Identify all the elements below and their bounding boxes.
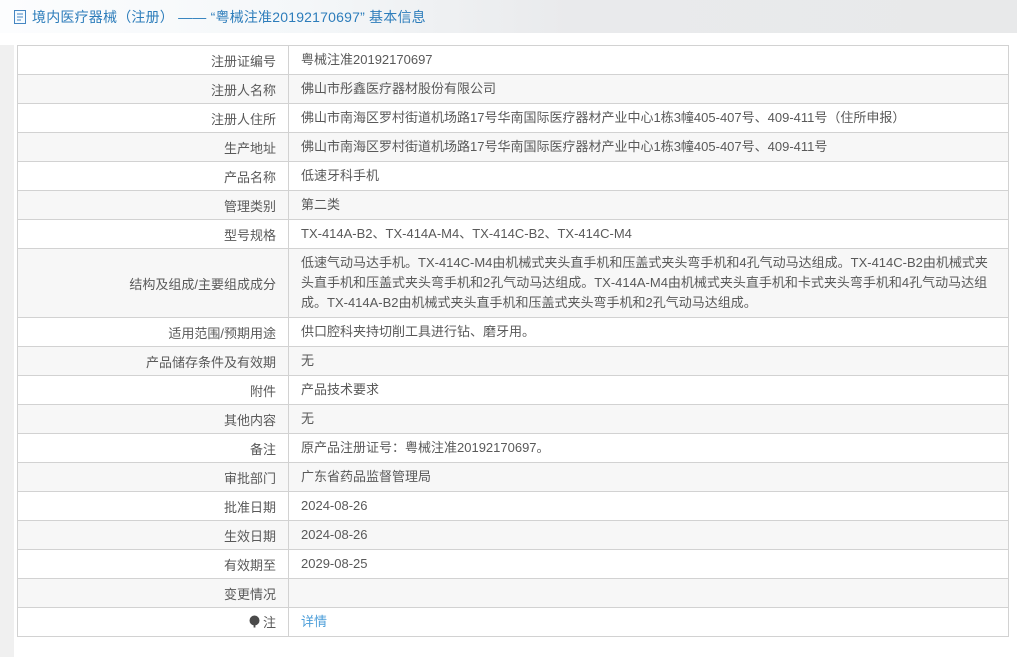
document-icon bbox=[13, 9, 27, 25]
table-row: 生产地址佛山市南海区罗村街道机场路17号华南国际医疗器材产业中心1栋3幢405-… bbox=[18, 133, 1009, 162]
row-label: 产品名称 bbox=[18, 162, 289, 191]
table-row: 审批部门广东省药品监督管理局 bbox=[18, 463, 1009, 492]
row-label: 生效日期 bbox=[18, 521, 289, 550]
row-value: 低速气动马达手机。TX-414C-M4由机械式夹头直手机和压盖式夹头弯手机和4孔… bbox=[289, 249, 1009, 318]
row-value: 粤械注准20192170697 bbox=[289, 46, 1009, 75]
row-value: 供口腔科夹持切削工具进行钻、磨牙用。 bbox=[289, 318, 1009, 347]
row-value: 产品技术要求 bbox=[289, 376, 1009, 405]
table-row: 适用范围/预期用途供口腔科夹持切削工具进行钻、磨牙用。 bbox=[18, 318, 1009, 347]
row-value: 2024-08-26 bbox=[289, 492, 1009, 521]
table-row: 变更情况 bbox=[18, 579, 1009, 608]
row-label: 备注 bbox=[18, 434, 289, 463]
row-value: 原产品注册证号：粤械注准20192170697。 bbox=[289, 434, 1009, 463]
row-value: 佛山市南海区罗村街道机场路17号华南国际医疗器材产业中心1栋3幢405-407号… bbox=[289, 133, 1009, 162]
table-row: 注册证编号粤械注准20192170697 bbox=[18, 46, 1009, 75]
row-label: 产品储存条件及有效期 bbox=[18, 347, 289, 376]
table-row: 生效日期2024-08-26 bbox=[18, 521, 1009, 550]
row-label-note: 注 bbox=[18, 608, 289, 637]
row-label: 审批部门 bbox=[18, 463, 289, 492]
table-row: 产品名称低速牙科手机 bbox=[18, 162, 1009, 191]
row-label: 型号规格 bbox=[18, 220, 289, 249]
row-value: 佛山市南海区罗村街道机场路17号华南国际医疗器材产业中心1栋3幢405-407号… bbox=[289, 104, 1009, 133]
row-label: 适用范围/预期用途 bbox=[18, 318, 289, 347]
page-title: 境内医疗器械（注册） —— “粤械注准20192170697” 基本信息 bbox=[32, 7, 426, 27]
details-link[interactable]: 详情 bbox=[301, 614, 327, 629]
table-row: 结构及组成/主要组成成分低速气动马达手机。TX-414C-M4由机械式夹头直手机… bbox=[18, 249, 1009, 318]
page-header: 境内医疗器械（注册） —— “粤械注准20192170697” 基本信息 bbox=[0, 0, 1017, 33]
speech-balloon-icon bbox=[249, 615, 260, 629]
table-row: 产品储存条件及有效期无 bbox=[18, 347, 1009, 376]
row-label: 批准日期 bbox=[18, 492, 289, 521]
row-label: 有效期至 bbox=[18, 550, 289, 579]
row-label: 结构及组成/主要组成成分 bbox=[18, 249, 289, 318]
row-value: 2024-08-26 bbox=[289, 521, 1009, 550]
table-row: 有效期至2029-08-25 bbox=[18, 550, 1009, 579]
row-label: 变更情况 bbox=[18, 579, 289, 608]
table-row: 备注原产品注册证号：粤械注准20192170697。 bbox=[18, 434, 1009, 463]
content-area: 注册证编号粤械注准20192170697 注册人名称佛山市彤鑫医疗器材股份有限公… bbox=[0, 45, 1017, 657]
row-value-note: 详情 bbox=[289, 608, 1009, 637]
row-value: 广东省药品监督管理局 bbox=[289, 463, 1009, 492]
row-value: 2029-08-25 bbox=[289, 550, 1009, 579]
row-label: 管理类别 bbox=[18, 191, 289, 220]
table-row: 其他内容无 bbox=[18, 405, 1009, 434]
table-row: 附件产品技术要求 bbox=[18, 376, 1009, 405]
table-row: 型号规格TX-414A-B2、TX-414A-M4、TX-414C-B2、TX-… bbox=[18, 220, 1009, 249]
table-row: 管理类别第二类 bbox=[18, 191, 1009, 220]
registration-info-table: 注册证编号粤械注准20192170697 注册人名称佛山市彤鑫医疗器材股份有限公… bbox=[17, 45, 1009, 637]
row-label: 附件 bbox=[18, 376, 289, 405]
row-value: 低速牙科手机 bbox=[289, 162, 1009, 191]
table-row: 注 详情 bbox=[18, 608, 1009, 637]
row-label: 注册证编号 bbox=[18, 46, 289, 75]
row-value bbox=[289, 579, 1009, 608]
row-label: 注册人名称 bbox=[18, 75, 289, 104]
row-value: TX-414A-B2、TX-414A-M4、TX-414C-B2、TX-414C… bbox=[289, 220, 1009, 249]
table-row: 注册人名称佛山市彤鑫医疗器材股份有限公司 bbox=[18, 75, 1009, 104]
row-value: 佛山市彤鑫医疗器材股份有限公司 bbox=[289, 75, 1009, 104]
row-value: 第二类 bbox=[289, 191, 1009, 220]
left-margin-rail bbox=[0, 45, 14, 657]
table-row: 批准日期2024-08-26 bbox=[18, 492, 1009, 521]
row-value: 无 bbox=[289, 405, 1009, 434]
row-value: 无 bbox=[289, 347, 1009, 376]
table-row: 注册人住所佛山市南海区罗村街道机场路17号华南国际医疗器材产业中心1栋3幢405… bbox=[18, 104, 1009, 133]
row-label: 注册人住所 bbox=[18, 104, 289, 133]
row-label: 其他内容 bbox=[18, 405, 289, 434]
row-label: 生产地址 bbox=[18, 133, 289, 162]
